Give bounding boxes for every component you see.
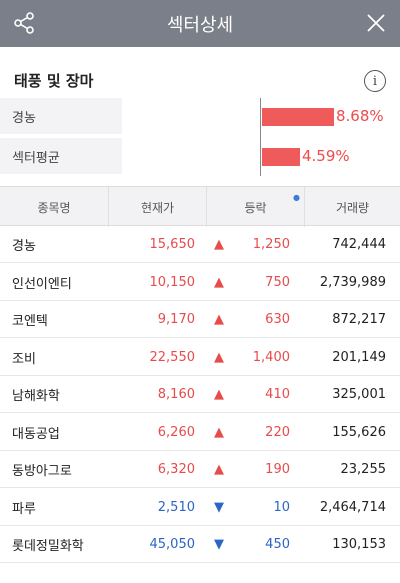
current-price: 2,510 [157, 499, 195, 515]
stock-name: 파루 [12, 501, 36, 517]
stock-name: 조비 [12, 351, 36, 367]
table-row[interactable]: 대동공업 6,260 220 155,626 ▲ [0, 414, 400, 451]
table-row[interactable]: 경농 15,650 1,250 742,444 ▲ [0, 226, 400, 263]
table-row[interactable]: 코엔텍 9,170 630 872,217 ▲ [0, 301, 400, 338]
sector-name: 태풍 및 장마 [14, 72, 94, 90]
down-arrow-icon: ▼ [214, 537, 224, 552]
column-header-change[interactable]: 등락 ● [206, 187, 304, 227]
price-change: 1,400 [252, 349, 290, 365]
trade-volume: 155,626 [332, 424, 386, 440]
price-change: 10 [273, 499, 290, 515]
trade-volume: 23,255 [340, 462, 387, 477]
close-icon[interactable] [364, 11, 388, 35]
current-price: 15,650 [149, 237, 196, 252]
trade-volume: 325,001 [332, 387, 386, 402]
down-arrow-icon: ▼ [214, 499, 224, 515]
comparison-bar [262, 148, 300, 166]
current-price: 6,320 [157, 462, 195, 477]
info-icon[interactable]: i [364, 70, 386, 92]
trade-volume: 872,217 [332, 312, 386, 327]
current-price: 10,150 [149, 274, 196, 290]
share-icon[interactable] [12, 11, 36, 35]
stock-name: 동방아그로 [12, 464, 72, 479]
trade-volume: 130,153 [332, 537, 386, 552]
comparison-percent: 4.59% [302, 147, 350, 165]
top-bar: 섹터상세 [0, 0, 400, 47]
up-arrow-icon: ▲ [214, 349, 224, 365]
stock-name: 경농 [12, 239, 36, 254]
table-row[interactable]: 조비 22,550 1,400 201,149 ▲ [0, 339, 400, 376]
stock-name: 코엔텍 [12, 314, 48, 329]
table-row[interactable]: 남해화학 8,160 410 325,001 ▲ [0, 376, 400, 413]
trade-volume: 742,444 [332, 237, 386, 252]
up-arrow-icon: ▲ [214, 424, 224, 440]
price-change: 410 [265, 387, 290, 402]
stock-name: 남해화학 [12, 389, 60, 404]
comparison-label: 섹터평균 [0, 138, 122, 174]
trade-volume: 201,149 [332, 349, 386, 365]
up-arrow-icon: ▲ [214, 274, 224, 290]
comparison-percent: 8.68% [336, 107, 384, 125]
up-arrow-icon: ▲ [214, 387, 224, 402]
up-arrow-icon: ▲ [214, 312, 224, 327]
stock-name: 인선이엔티 [12, 276, 72, 292]
table-header: 종목명 현재가 등락 ● 거래량 [0, 186, 400, 227]
column-header-volume[interactable]: 거래량 [304, 187, 400, 227]
current-price: 8,160 [157, 387, 195, 402]
sort-indicator-icon: ● [293, 193, 300, 202]
price-change: 450 [265, 537, 290, 552]
comparison-row: 경농 8.68% [0, 98, 400, 134]
price-change: 190 [265, 462, 290, 477]
table-row[interactable]: 동방아그로 6,320 190 23,255 ▲ [0, 451, 400, 488]
comparison-label: 경농 [0, 98, 122, 134]
table-row[interactable]: 인선이엔티 10,150 750 2,739,989 ▲ [0, 264, 400, 301]
table-row[interactable]: 롯데정밀화학 45,050 450 130,153 ▼ [0, 526, 400, 563]
current-price: 22,550 [149, 349, 196, 365]
price-change: 220 [265, 424, 290, 440]
page-title: 섹터상세 [166, 14, 234, 36]
price-change: 750 [265, 274, 290, 290]
current-price: 45,050 [149, 537, 196, 552]
up-arrow-icon: ▲ [214, 462, 224, 477]
trade-volume: 2,464,714 [319, 499, 386, 515]
stock-name: 대동공업 [12, 426, 60, 442]
stock-name: 롯데정밀화학 [12, 539, 84, 554]
price-change: 1,250 [252, 237, 290, 252]
current-price: 9,170 [157, 312, 195, 327]
column-header-name[interactable]: 종목명 [0, 187, 108, 227]
trade-volume: 2,739,989 [319, 274, 386, 290]
column-header-price[interactable]: 현재가 [108, 187, 206, 227]
table-row[interactable]: 파루 2,510 10 2,464,714 ▼ [0, 489, 400, 526]
comparison-bar [262, 108, 334, 126]
current-price: 6,260 [157, 424, 195, 440]
up-arrow-icon: ▲ [214, 237, 224, 252]
price-change: 630 [265, 312, 290, 327]
comparison-row: 섹터평균 4.59% [0, 138, 400, 174]
